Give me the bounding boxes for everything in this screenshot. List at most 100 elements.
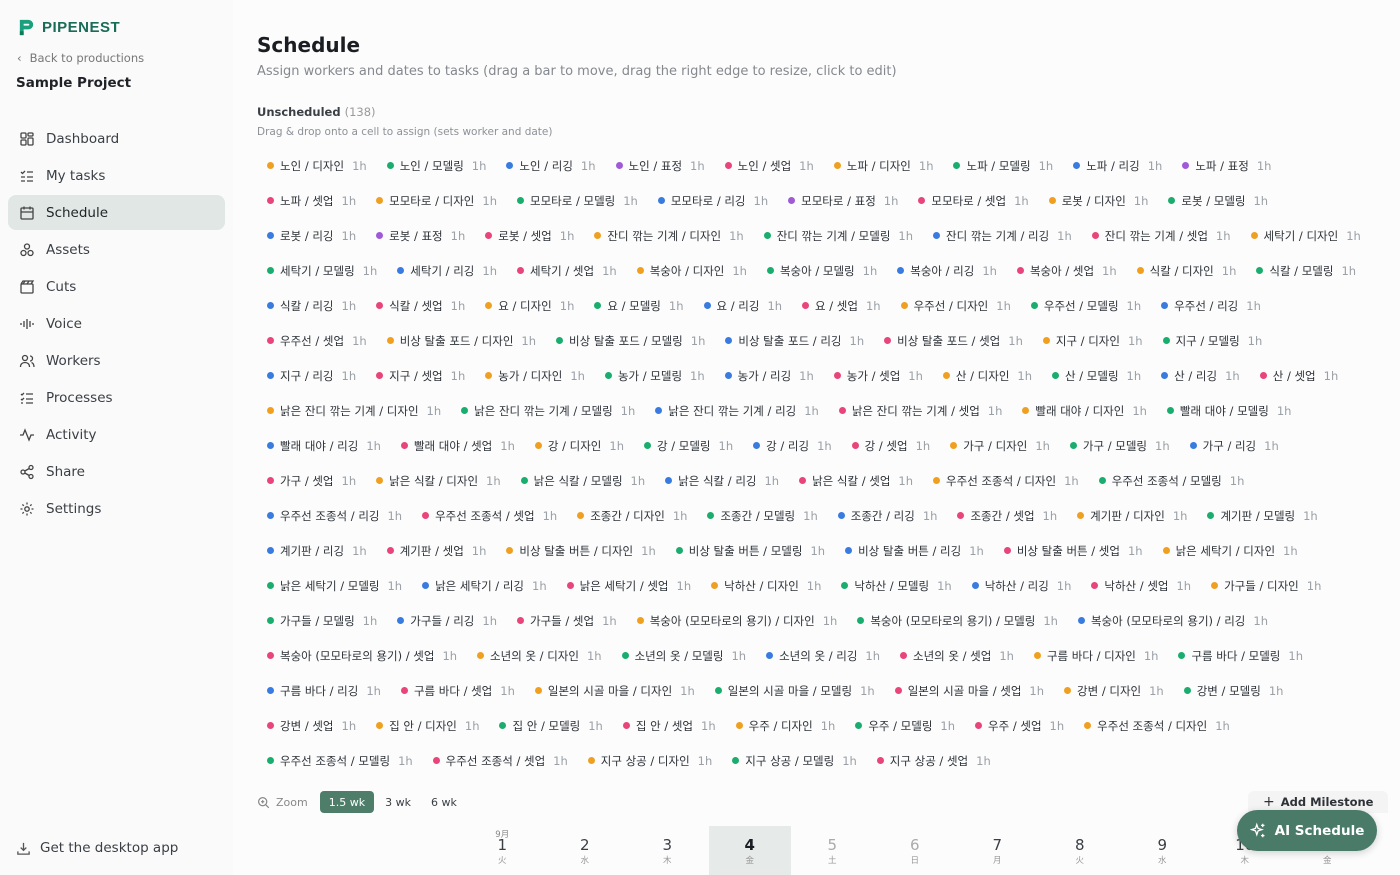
unscheduled-task-chip[interactable]: 식칼 / 모델링 1h: [1246, 253, 1366, 288]
unscheduled-task-chip[interactable]: 노인 / 리깅 1h: [496, 148, 605, 183]
unscheduled-task-chip[interactable]: 계기판 / 리깅 1h: [257, 533, 377, 568]
zoom-option-button[interactable]: 3 wk: [376, 791, 420, 813]
unscheduled-task-chip[interactable]: 강변 / 셋업 1h: [257, 708, 366, 743]
unscheduled-task-chip[interactable]: 노파 / 디자인 1h: [824, 148, 944, 183]
unscheduled-task-chip[interactable]: 농가 / 디자인 1h: [475, 358, 595, 393]
unscheduled-task-chip[interactable]: 낡은 세탁기 / 모델링 1h: [257, 568, 412, 603]
unscheduled-task-chip[interactable]: 집 안 / 모델링 1h: [489, 708, 612, 743]
unscheduled-task-chip[interactable]: 우주 / 디자인 1h: [726, 708, 846, 743]
unscheduled-task-chip[interactable]: 강변 / 모델링 1h: [1174, 673, 1294, 708]
unscheduled-task-chip[interactable]: 우주선 조종석 / 모델링 1h: [1089, 463, 1255, 498]
unscheduled-task-chip[interactable]: 낡은 식칼 / 디자인 1h: [366, 463, 511, 498]
unscheduled-task-chip[interactable]: 모모타로 / 셋업 1h: [908, 183, 1038, 218]
unscheduled-task-chip[interactable]: 복숭아 / 리깅 1h: [887, 253, 1007, 288]
unscheduled-task-chip[interactable]: 잔디 깎는 기계 / 디자인 1h: [584, 218, 753, 253]
unscheduled-task-chip[interactable]: 잔디 깎는 기계 / 셋업 1h: [1082, 218, 1241, 253]
calendar-day-column[interactable]: 7月: [956, 826, 1039, 875]
sidebar-item-schedule[interactable]: Schedule: [8, 195, 225, 230]
unscheduled-task-chip[interactable]: 우주선 조종석 / 모델링 1h: [257, 743, 423, 778]
calendar-day-column[interactable]: 2水: [544, 826, 627, 875]
unscheduled-task-chip[interactable]: 요 / 디자인 1h: [475, 288, 584, 323]
unscheduled-task-chip[interactable]: 강변 / 디자인 1h: [1054, 673, 1174, 708]
unscheduled-task-chip[interactable]: 강 / 셋업 1h: [842, 428, 941, 463]
unscheduled-task-chip[interactable]: 가구 / 리깅 1h: [1180, 428, 1289, 463]
sidebar-item-processes[interactable]: Processes: [8, 380, 225, 415]
unscheduled-task-chip[interactable]: 복숭아 / 디자인 1h: [627, 253, 757, 288]
unscheduled-task-chip[interactable]: 소년의 옷 / 모델링 1h: [612, 638, 757, 673]
unscheduled-task-chip[interactable]: 지구 / 셋업 1h: [366, 358, 475, 393]
unscheduled-task-chip[interactable]: 우주선 조종석 / 디자인 1h: [923, 463, 1089, 498]
unscheduled-task-chip[interactable]: 세탁기 / 리깅 1h: [387, 253, 507, 288]
ai-schedule-button[interactable]: AI Schedule: [1237, 810, 1377, 851]
unscheduled-task-chip[interactable]: 로봇 / 모델링 1h: [1158, 183, 1278, 218]
sidebar-item-my-tasks[interactable]: My tasks: [8, 158, 225, 193]
unscheduled-task-chip[interactable]: 비상 탈출 버튼 / 셋업 1h: [994, 533, 1153, 568]
zoom-option-button[interactable]: 1.5 wk: [319, 791, 375, 813]
unscheduled-task-chip[interactable]: 가구 / 셋업 1h: [257, 463, 366, 498]
unscheduled-task-chip[interactable]: 농가 / 모델링 1h: [595, 358, 715, 393]
unscheduled-task-chip[interactable]: 요 / 모델링 1h: [584, 288, 693, 323]
unscheduled-task-chip[interactable]: 낡은 세탁기 / 셋업 1h: [557, 568, 702, 603]
unscheduled-task-chip[interactable]: 농가 / 셋업 1h: [824, 358, 933, 393]
unscheduled-task-chip[interactable]: 빨래 대야 / 리깅 1h: [257, 428, 391, 463]
get-desktop-app-link[interactable]: Get the desktop app: [16, 840, 178, 856]
calendar-day-column[interactable]: 9月 1 火: [461, 826, 544, 875]
unscheduled-task-chip[interactable]: 우주 / 모델링 1h: [845, 708, 965, 743]
sidebar-item-workers[interactable]: Workers: [8, 343, 225, 378]
sidebar-item-assets[interactable]: Assets: [8, 232, 225, 267]
unscheduled-task-chip[interactable]: 낡은 세탁기 / 디자인 1h: [1153, 533, 1308, 568]
unscheduled-task-chip[interactable]: 집 안 / 디자인 1h: [366, 708, 489, 743]
zoom-option-button[interactable]: 6 wk: [422, 791, 466, 813]
unscheduled-task-chip[interactable]: 로봇 / 리깅 1h: [257, 218, 366, 253]
unscheduled-task-chip[interactable]: 모모타로 / 표정 1h: [778, 183, 908, 218]
unscheduled-task-chip[interactable]: 노인 / 셋업 1h: [715, 148, 824, 183]
unscheduled-task-chip[interactable]: 낡은 잔디 깎는 기계 / 디자인 1h: [257, 393, 451, 428]
unscheduled-task-chip[interactable]: 산 / 셋업 1h: [1250, 358, 1349, 393]
unscheduled-task-chip[interactable]: 지구 상공 / 모델링 1h: [722, 743, 867, 778]
unscheduled-task-chip[interactable]: 세탁기 / 모델링 1h: [257, 253, 387, 288]
unscheduled-task-chip[interactable]: 우주선 조종석 / 디자인 1h: [1074, 708, 1240, 743]
unscheduled-task-chip[interactable]: 노인 / 표정 1h: [606, 148, 715, 183]
sidebar-item-cuts[interactable]: Cuts: [8, 269, 225, 304]
sidebar-item-voice[interactable]: Voice: [8, 306, 225, 341]
unscheduled-task-chip[interactable]: 노파 / 리깅 1h: [1063, 148, 1172, 183]
unscheduled-task-chip[interactable]: 비상 탈출 포드 / 리깅 1h: [715, 323, 874, 358]
unscheduled-task-chip[interactable]: 소년의 옷 / 리깅 1h: [756, 638, 890, 673]
sidebar-item-activity[interactable]: Activity: [8, 417, 225, 452]
unscheduled-task-chip[interactable]: 복숭아 / 셋업 1h: [1007, 253, 1127, 288]
unscheduled-task-chip[interactable]: 계기판 / 셋업 1h: [377, 533, 497, 568]
unscheduled-task-chip[interactable]: 모모타로 / 디자인 1h: [366, 183, 507, 218]
calendar-day-column[interactable]: 6日: [874, 826, 957, 875]
unscheduled-task-chip[interactable]: 우주선 / 셋업 1h: [257, 323, 377, 358]
unscheduled-task-chip[interactable]: 낡은 잔디 깎는 기계 / 모델링 1h: [451, 393, 645, 428]
unscheduled-task-chip[interactable]: 낡은 식칼 / 셋업 1h: [789, 463, 923, 498]
unscheduled-task-chip[interactable]: 지구 / 리깅 1h: [257, 358, 366, 393]
unscheduled-task-chip[interactable]: 조종간 / 리깅 1h: [828, 498, 948, 533]
unscheduled-task-chip[interactable]: 지구 상공 / 디자인 1h: [578, 743, 723, 778]
unscheduled-task-chip[interactable]: 로봇 / 셋업 1h: [475, 218, 584, 253]
unscheduled-task-chip[interactable]: 모모타로 / 모델링 1h: [507, 183, 648, 218]
unscheduled-task-chip[interactable]: 조종간 / 디자인 1h: [567, 498, 697, 533]
unscheduled-task-chip[interactable]: 집 안 / 셋업 1h: [613, 708, 726, 743]
unscheduled-task-chip[interactable]: 낙하산 / 리깅 1h: [962, 568, 1082, 603]
unscheduled-task-chip[interactable]: 구름 바다 / 디자인 1h: [1024, 638, 1169, 673]
unscheduled-task-chip[interactable]: 지구 상공 / 셋업 1h: [867, 743, 1001, 778]
unscheduled-task-chip[interactable]: 빨래 대야 / 디자인 1h: [1012, 393, 1157, 428]
unscheduled-task-chip[interactable]: 가구 / 모델링 1h: [1060, 428, 1180, 463]
unscheduled-task-chip[interactable]: 강 / 리깅 1h: [743, 428, 842, 463]
unscheduled-task-chip[interactable]: 복숭아 (모모타로의 용기) / 디자인 1h: [627, 603, 848, 638]
unscheduled-task-chip[interactable]: 낡은 식칼 / 리깅 1h: [655, 463, 789, 498]
unscheduled-task-chip[interactable]: 복숭아 (모모타로의 용기) / 리깅 1h: [1068, 603, 1278, 638]
calendar-day-column[interactable]: 4金: [708, 826, 791, 875]
unscheduled-task-chip[interactable]: 식칼 / 셋업 1h: [366, 288, 475, 323]
unscheduled-task-chip[interactable]: 로봇 / 디자인 1h: [1039, 183, 1159, 218]
sidebar-item-settings[interactable]: Settings: [8, 491, 225, 526]
back-to-productions-link[interactable]: ‹ Back to productions: [17, 51, 144, 65]
unscheduled-task-chip[interactable]: 비상 탈출 포드 / 셋업 1h: [874, 323, 1033, 358]
unscheduled-task-chip[interactable]: 빨래 대야 / 셋업 1h: [391, 428, 525, 463]
unscheduled-task-chip[interactable]: 가구들 / 리깅 1h: [387, 603, 507, 638]
unscheduled-task-chip[interactable]: 조종간 / 셋업 1h: [947, 498, 1067, 533]
unscheduled-task-chip[interactable]: 비상 탈출 포드 / 모델링 1h: [546, 323, 715, 358]
unscheduled-task-chip[interactable]: 빨래 대야 / 모델링 1h: [1157, 393, 1302, 428]
unscheduled-task-chip[interactable]: 산 / 리깅 1h: [1151, 358, 1250, 393]
